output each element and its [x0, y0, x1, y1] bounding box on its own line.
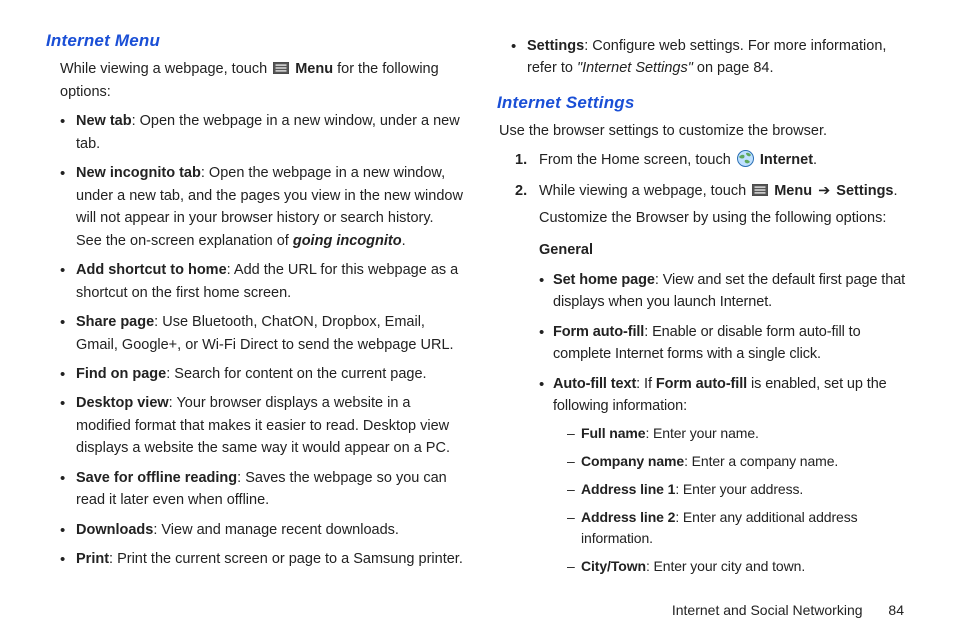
step1-after: . [813, 152, 817, 168]
heading-internet-menu: Internet Menu [46, 28, 463, 54]
step2-line2: Customize the Browser by using the follo… [539, 207, 914, 229]
list-item: Share page: Use Bluetooth, ChatON, Dropb… [60, 311, 463, 356]
going-incognito: going incognito [293, 233, 402, 249]
manual-page: Internet Menu While viewing a webpage, t… [0, 0, 954, 585]
list-item: Print: Print the current screen or page … [60, 548, 463, 570]
term: Address line 2 [581, 509, 675, 525]
desc: : Enter your name. [645, 425, 758, 441]
desc-bold: Form auto-fill [656, 376, 747, 392]
term: Form auto-fill [553, 324, 644, 340]
menu-icon [273, 62, 289, 74]
term: Desktop view [76, 395, 169, 411]
list-item: Address line 2: Enter any additional add… [567, 507, 914, 550]
intro-menu-label: Menu [295, 61, 333, 77]
desc: : Search for content on the current page… [166, 366, 426, 382]
settings-steps: From the Home screen, touch Internet. Wh… [515, 149, 914, 578]
menu-icon [752, 184, 768, 196]
step-2: While viewing a webpage, touch Menu ➔ Se… [515, 180, 914, 577]
ref-after: on page 84. [693, 60, 774, 76]
list-item: Auto-fill text: If Form auto-fill is ena… [539, 373, 914, 578]
term: Save for offline reading [76, 470, 237, 486]
cross-ref: "Internet Settings" [577, 60, 693, 76]
step2-after: . [894, 183, 898, 199]
term: Print [76, 551, 109, 567]
page-footer: Internet and Social Networking 84 [672, 602, 904, 618]
desc: : Enter your city and town. [646, 558, 805, 574]
term: Downloads [76, 522, 153, 538]
internet-label: Internet [760, 152, 813, 168]
desc-tail: . [402, 233, 406, 249]
desc-before: : If [636, 376, 656, 392]
menu-options-continued: Settings: Configure web settings. For mo… [511, 35, 914, 80]
term: Find on page [76, 366, 166, 382]
desc: : Enter your address. [675, 481, 803, 497]
term: Add shortcut to home [76, 262, 227, 278]
step2-before: While viewing a webpage, touch [539, 183, 750, 199]
right-column: Settings: Configure web settings. For mo… [497, 28, 914, 585]
term: Company name [581, 453, 684, 469]
list-item: Company name: Enter a company name. [567, 451, 914, 473]
list-item: Set home page: View and set the default … [539, 269, 914, 314]
globe-icon [737, 150, 754, 174]
term: Settings [527, 38, 584, 54]
list-item: Find on page: Search for content on the … [60, 363, 463, 385]
term: City/Town [581, 558, 646, 574]
list-item: New incognito tab: Open the webpage in a… [60, 162, 463, 252]
desc: : View and manage recent downloads. [153, 522, 399, 538]
list-item: Full name: Enter your name. [567, 423, 914, 445]
arrow-icon: ➔ [818, 180, 830, 202]
desc: : Enter a company name. [684, 453, 838, 469]
general-options: Set home page: View and set the default … [539, 269, 914, 578]
list-item: Desktop view: Your browser displays a we… [60, 392, 463, 459]
term: New tab [76, 113, 132, 129]
intro-before: While viewing a webpage, touch [60, 61, 271, 77]
list-item: Settings: Configure web settings. For mo… [511, 35, 914, 80]
term: Set home page [553, 272, 655, 288]
left-column: Internet Menu While viewing a webpage, t… [40, 28, 463, 585]
desc: : Print the current screen or page to a … [109, 551, 463, 567]
list-item: Save for offline reading: Saves the webp… [60, 467, 463, 512]
autofill-fields: Full name: Enter your name. Company name… [567, 423, 914, 577]
page-number: 84 [888, 602, 904, 618]
settings-label: Settings [836, 183, 893, 199]
heading-internet-settings: Internet Settings [497, 90, 914, 116]
internet-menu-intro: While viewing a webpage, touch Menu for … [60, 58, 463, 103]
term: Share page [76, 314, 154, 330]
menu-label: Menu [774, 183, 812, 199]
list-item: New tab: Open the webpage in a new windo… [60, 110, 463, 155]
list-item: Downloads: View and manage recent downlo… [60, 519, 463, 541]
list-item: City/Town: Enter your city and town. [567, 556, 914, 578]
desc: : Open the webpage in a new window, unde… [76, 113, 460, 151]
general-heading: General [539, 239, 914, 261]
list-item: Form auto-fill: Enable or disable form a… [539, 321, 914, 366]
settings-intro: Use the browser settings to customize th… [499, 120, 914, 142]
step1-before: From the Home screen, touch [539, 152, 735, 168]
step-1: From the Home screen, touch Internet. [515, 149, 914, 174]
list-item: Address line 1: Enter your address. [567, 479, 914, 501]
term: Auto-fill text [553, 376, 636, 392]
menu-options-list: New tab: Open the webpage in a new windo… [60, 110, 463, 570]
list-item: Add shortcut to home: Add the URL for th… [60, 259, 463, 304]
term: Full name [581, 425, 645, 441]
term: New incognito tab [76, 165, 201, 181]
term: Address line 1 [581, 481, 675, 497]
footer-label: Internet and Social Networking [672, 602, 863, 618]
